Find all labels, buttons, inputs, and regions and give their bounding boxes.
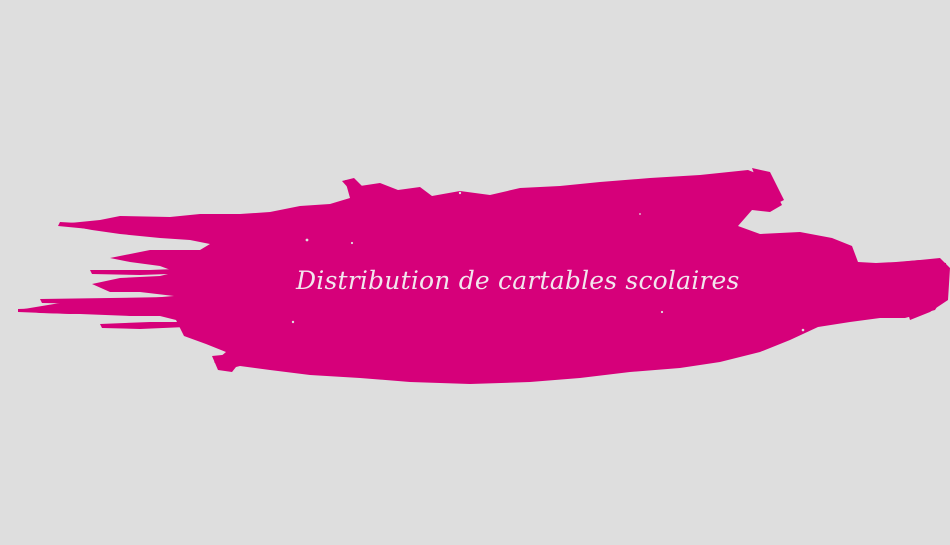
banner-title: Distribution de cartables scolaires — [296, 266, 740, 295]
